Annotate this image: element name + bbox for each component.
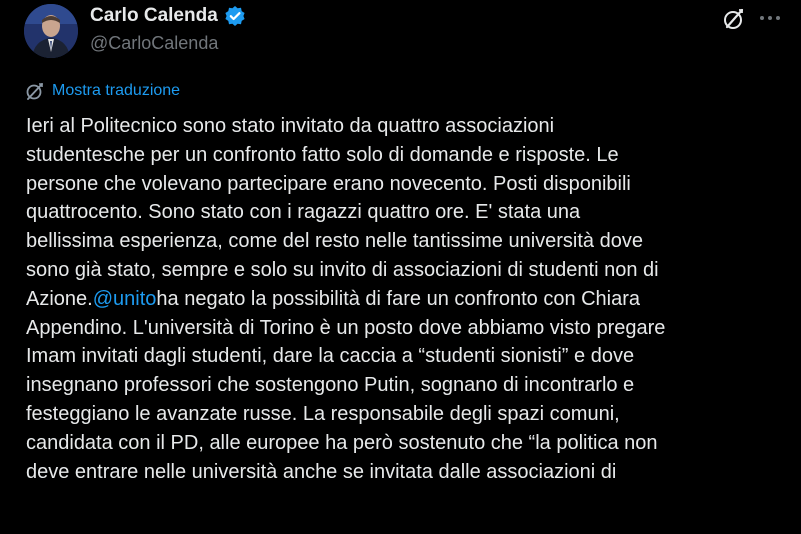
tweet-text: Ieri al Politecnico sono stato invitato … xyxy=(26,112,796,486)
grok-icon[interactable] xyxy=(721,6,747,32)
show-translation-label[interactable]: Mostra traduzione xyxy=(52,82,180,100)
tweet-text-segment: ha negato la possibilità di fare un conf… xyxy=(156,287,641,310)
tweet-line: quattrocento. Sono stato con i ragazzi q… xyxy=(26,201,581,224)
show-translation-button[interactable]: Mostra traduzione xyxy=(24,80,180,102)
tweet-line: deve entrare nelle università anche se i… xyxy=(26,460,617,483)
avatar-photo xyxy=(24,4,78,58)
tweet-line: persone che volevano partecipare erano n… xyxy=(26,172,631,195)
tweet-line: Ieri al Politecnico sono stato invitato … xyxy=(26,115,555,137)
tweet-line: candidata con il PD, alle europee ha per… xyxy=(26,431,658,454)
author-display-name[interactable]: Carlo Calenda xyxy=(90,5,218,27)
mention-link[interactable]: @unito xyxy=(93,288,157,310)
tweet-line-with-mention: Azione.@unitoha negato la possibilità di… xyxy=(26,285,796,314)
avatar[interactable] xyxy=(24,4,78,58)
tweet-line: Appendino. L'università di Torino è un p… xyxy=(26,316,666,339)
tweet-line: Imam invitati dagli studenti, dare la ca… xyxy=(26,345,635,368)
tweet-line: festeggiano le avanzate russe. La respon… xyxy=(26,402,620,425)
tweet-line: bellissima esperienza, come del resto ne… xyxy=(26,230,643,253)
tweet-line: studentesche per un confronto fatto solo… xyxy=(26,143,619,166)
author-name-row[interactable]: Carlo Calenda xyxy=(90,5,246,27)
tweet-view: Carlo Calenda @CarloCalenda Mostra tradu… xyxy=(0,0,801,534)
tweet-text-segment: Azione. xyxy=(26,287,93,310)
more-options-icon[interactable] xyxy=(758,8,782,28)
verified-badge-icon xyxy=(224,5,246,27)
translate-icon xyxy=(26,83,43,100)
tweet-line: insegnano professori che sostengono Puti… xyxy=(26,374,635,397)
tweet-line: sono già stato, sempre e solo su invito … xyxy=(26,258,659,281)
author-handle[interactable]: @CarloCalenda xyxy=(90,33,218,54)
